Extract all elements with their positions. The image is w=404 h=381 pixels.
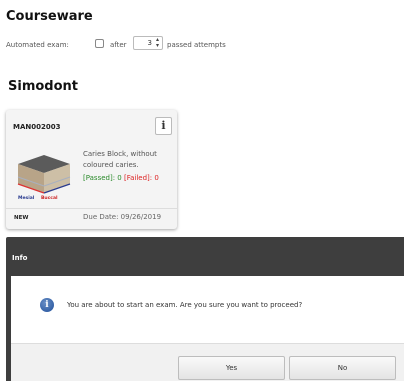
yes-button[interactable]: Yes — [178, 356, 285, 380]
stepper-arrows-icon[interactable]: ▴ ▾ — [156, 37, 159, 49]
dialog-content: i You are about to start an exam. Are yo… — [11, 276, 404, 381]
caries-block-model-icon — [17, 155, 71, 194]
no-button[interactable]: No — [289, 356, 396, 380]
buccal-label: Buccal — [41, 196, 58, 201]
info-icon: i — [40, 298, 54, 312]
automated-exam-label: Automated exam: — [6, 41, 69, 49]
attempts-value: 3 — [147, 39, 152, 47]
due-date: Due Date: 09/26/2019 — [83, 213, 162, 221]
courseware-title: Courseware — [6, 9, 93, 24]
dialog-title: Info — [12, 254, 28, 262]
simodont-title: Simodont — [8, 79, 79, 94]
after-label: after — [110, 41, 127, 49]
card-divider — [6, 208, 177, 209]
card-description: Caries Block, without coloured caries. — [83, 150, 157, 169]
dialog-button-bar: Yes No — [11, 343, 404, 381]
card-stats: [Passed]: 0 [Failed]: 0 — [83, 174, 159, 182]
message-area: i You are about to start an exam. Are yo… — [11, 276, 404, 343]
exam-card[interactable]: MAN002003 i Mesial Buccal Caries Block, … — [6, 110, 177, 229]
failed-count: [Failed]: 0 — [123, 174, 159, 182]
passed-attempts-label: passed attempts — [167, 41, 226, 49]
dialog-message: You are about to start an exam. Are you … — [67, 301, 303, 309]
info-dialog: Info i You are about to start an exam. A… — [6, 237, 404, 381]
card-code: MAN002003 — [13, 123, 61, 131]
mesial-label: Mesial — [18, 196, 35, 201]
info-button[interactable]: i — [155, 117, 172, 135]
attempts-stepper[interactable]: 3 ▴ ▾ — [133, 36, 163, 50]
passed-count: [Passed]: 0 — [83, 174, 122, 182]
after-checkbox[interactable] — [95, 39, 104, 48]
new-badge: NEW — [14, 215, 29, 221]
